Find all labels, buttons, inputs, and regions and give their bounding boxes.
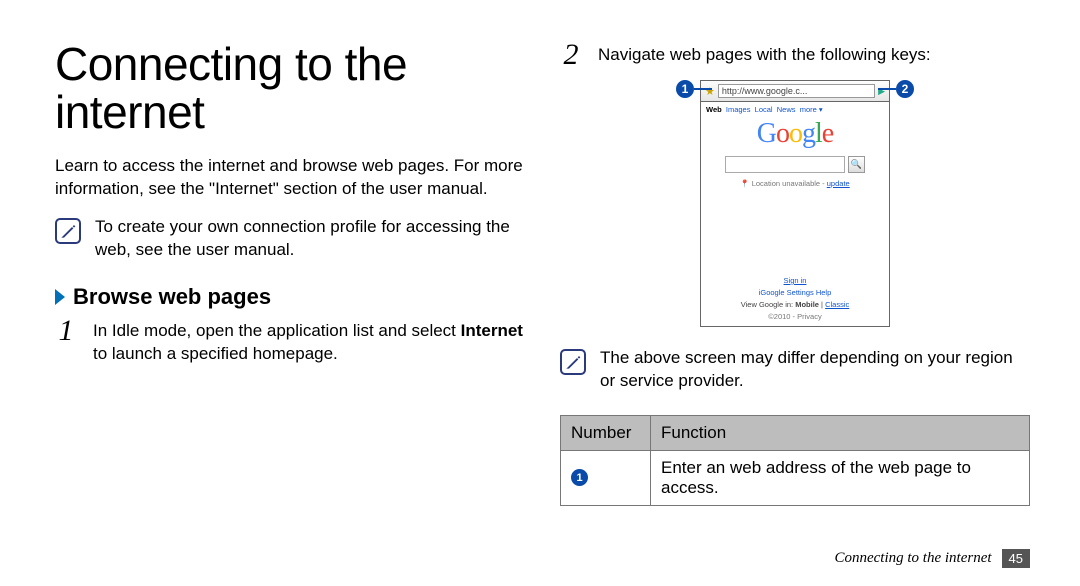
tab-local: Local	[755, 105, 773, 114]
step-number: 1	[55, 316, 77, 346]
intro-paragraph: Learn to access the internet and browse …	[55, 155, 525, 201]
search-box	[725, 156, 845, 173]
view-classic: Classic	[825, 300, 849, 309]
signin-link: Sign in	[741, 275, 850, 287]
table-row: 1 Enter an web address of the web page t…	[561, 450, 1030, 505]
links-igoogle-settings-help: iGoogle Settings Help	[759, 288, 832, 297]
location-line: 📍 Location unavailable - update	[740, 179, 849, 188]
step-text-bold: Internet	[461, 321, 523, 340]
location-update-link: update	[827, 179, 850, 188]
logo-o2: o	[789, 118, 802, 149]
footer-text: Connecting to the internet	[834, 550, 991, 567]
note-text: To create your own connection profile fo…	[95, 216, 525, 262]
callout-1: 1	[676, 80, 712, 98]
step-text: In Idle mode, open the application list …	[93, 316, 525, 366]
callout-badge-1: 1	[676, 80, 694, 98]
th-function: Function	[651, 415, 1030, 450]
google-tabs: Web Images Local News more ▾	[701, 102, 828, 115]
function-table: Number Function 1 Enter an web address o…	[560, 415, 1030, 506]
logo-g: G	[757, 118, 776, 149]
page-title: Connecting to the internet	[55, 40, 525, 137]
note-block-2: The above screen may differ depending on…	[560, 347, 1030, 393]
step-text-before: In Idle mode, open the application list …	[93, 321, 461, 340]
step-2: 2 Navigate web pages with the following …	[560, 40, 1030, 70]
url-text: http://www.google.c...	[718, 84, 875, 98]
chevron-right-icon	[55, 289, 65, 305]
logo-l: l	[815, 118, 822, 149]
bottom-links: Sign in iGoogle Settings Help View Googl…	[741, 275, 850, 326]
left-column: Connecting to the internet Learn to acce…	[55, 40, 525, 506]
table-header-row: Number Function	[561, 415, 1030, 450]
right-column: 2 Navigate web pages with the following …	[560, 40, 1030, 506]
section-heading: Browse web pages	[73, 284, 271, 310]
browser-url-bar: ★ http://www.google.c... ▶	[700, 80, 890, 102]
page-footer: Connecting to the internet 45	[834, 549, 1030, 568]
note-block: To create your own connection profile fo…	[55, 216, 525, 262]
google-logo: Google	[757, 118, 833, 150]
step-text: Navigate web pages with the following ke…	[598, 40, 931, 67]
copyright-line: ©2010 - Privacy	[741, 311, 850, 323]
tab-web: Web	[706, 105, 722, 114]
table-num-cell: 1	[561, 450, 651, 505]
view-mobile: Mobile	[795, 300, 819, 309]
note-icon	[560, 349, 586, 375]
table-badge-1: 1	[571, 469, 588, 486]
section-heading-row: Browse web pages	[55, 284, 525, 310]
search-row: 🔍	[725, 156, 865, 173]
tab-news: News	[777, 105, 796, 114]
tab-more: more ▾	[800, 105, 823, 114]
th-number: Number	[561, 415, 651, 450]
logo-o1: o	[776, 118, 789, 149]
browser-body: Web Images Local News more ▾ Google 🔍 📍 …	[700, 102, 890, 327]
view-mode-line: View Google in: Mobile | Classic	[741, 299, 850, 311]
callout-badge-2: 2	[896, 80, 914, 98]
step-text-after: to launch a specified homepage.	[93, 344, 338, 363]
search-magnifier-icon: 🔍	[848, 156, 865, 173]
step-1: 1 In Idle mode, open the application lis…	[55, 316, 525, 366]
tab-images: Images	[726, 105, 751, 114]
callout-line	[878, 88, 896, 90]
location-text: Location unavailable	[752, 179, 820, 188]
table-func-cell: Enter an web address of the web page to …	[651, 450, 1030, 505]
note-text-2: The above screen may differ depending on…	[600, 347, 1030, 393]
view-prefix: View Google in:	[741, 300, 795, 309]
logo-g2: g	[802, 118, 815, 149]
step-number: 2	[560, 40, 582, 70]
callout-2: 2	[878, 80, 914, 98]
screenshot-wrap: 1 2 ★ http://www.google.c... ▶	[560, 80, 1030, 327]
callout-line	[694, 88, 712, 90]
document-page: Connecting to the internet Learn to acce…	[0, 0, 1080, 586]
phone-screenshot: 1 2 ★ http://www.google.c... ▶	[700, 80, 890, 327]
logo-e: e	[822, 118, 833, 149]
note-icon	[55, 218, 81, 244]
page-number: 45	[1002, 549, 1030, 568]
